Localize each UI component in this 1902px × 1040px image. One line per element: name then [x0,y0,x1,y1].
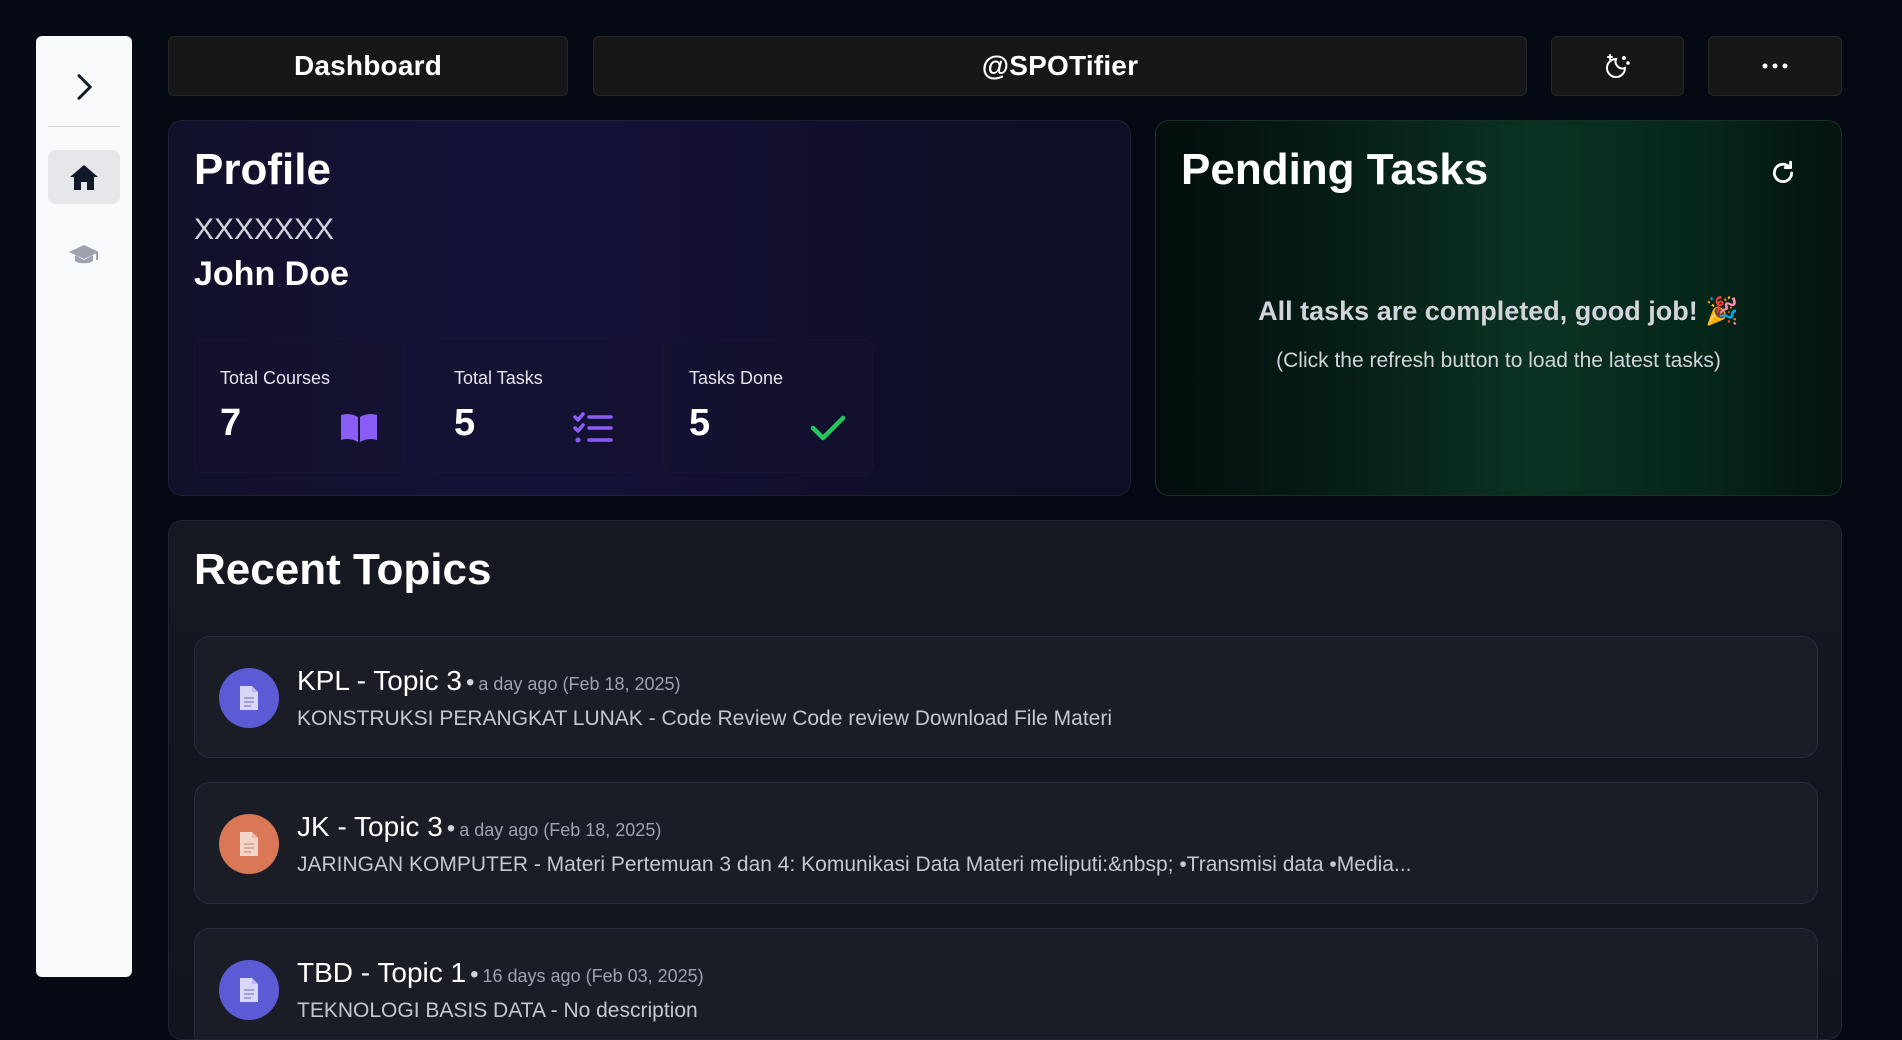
sidebar-toggle-button[interactable] [36,56,132,118]
username-label: @SPOTifier [981,50,1139,81]
more-options-button[interactable] [1708,36,1842,96]
theme-toggle-button[interactable] [1551,36,1684,96]
check-icon [808,408,848,448]
pending-tasks-card: Pending Tasks All tasks are completed, g… [1155,120,1842,496]
sidebar [36,36,132,977]
topic-item[interactable]: KPL - Topic 3 • a day ago (Feb 18, 2025) K… [194,636,1818,758]
graduation-cap-icon [69,245,99,264]
stat-label: Tasks Done [689,368,784,388]
recent-topics-title: Recent Topics [194,545,492,594]
topic-description: TEKNOLOGI BASIS DATA - No description [297,999,698,1022]
topic-time: a day ago (Feb 18, 2025) [478,674,681,694]
topic-title: KPL - Topic 3 [297,665,462,696]
refresh-icon [1772,160,1794,183]
dashboard-button[interactable]: Dashboard [168,36,568,96]
profile-title: Profile [194,145,331,194]
sidebar-item-courses[interactable] [48,228,120,282]
list-check-icon [573,408,613,448]
ellipsis-icon [1762,63,1788,69]
book-icon [339,408,379,448]
tasks-refresh-hint: (Click the refresh button to load the la… [1276,349,1721,372]
home-icon [70,165,98,190]
topic-title: JK - Topic 3 [297,811,443,842]
tasks-completed-message: All tasks are completed, good job! 🎉 [1258,296,1739,326]
separator-dot: • [465,669,475,696]
topic-description: KONSTRUKSI PERANGKAT LUNAK - Code Review… [297,707,1112,730]
topic-description: JARINGAN KOMPUTER - Materi Pertemuan 3 d… [297,853,1412,876]
stat-value: 7 [220,402,242,444]
document-icon [219,668,279,728]
stat-total-courses: Total Courses 7 [194,339,404,473]
profile-name: John Doe [194,255,349,293]
separator-dot: • [446,815,456,842]
stat-label: Total Courses [220,368,331,388]
document-icon [219,960,279,1020]
dashboard-label: Dashboard [293,50,443,81]
stat-value: 5 [454,402,476,444]
stat-value: 5 [689,402,711,444]
stat-label: Total Tasks [454,368,543,388]
profile-card: Profile XXXXXXX John Doe Total Courses 7… [168,120,1131,496]
topic-item[interactable]: TBD - Topic 1 • 16 days ago (Feb 03, 2025)… [194,928,1818,1039]
pending-tasks-title: Pending Tasks [1181,145,1489,194]
recent-topics-card: Recent Topics KPL - Topic 3 • a day ago (F… [168,520,1842,1040]
moon-stars-icon [1605,54,1630,78]
sidebar-divider [48,126,120,127]
topic-header: JK - Topic 3 • a day ago (Feb 18, 2025) [297,811,661,843]
topic-item[interactable]: JK - Topic 3 • a day ago (Feb 18, 2025) JA… [194,782,1818,904]
topic-header: TBD - Topic 1 • 16 days ago (Feb 03, 2025) [297,957,704,989]
topic-title: TBD - Topic 1 [297,957,467,988]
username-button[interactable]: @SPOTifier [593,36,1527,96]
profile-username: XXXXXXX [194,213,335,246]
chevron-right-icon [77,74,92,100]
topic-time: a day ago (Feb 18, 2025) [459,820,662,840]
topic-header: KPL - Topic 3 • a day ago (Feb 18, 2025) [297,665,681,697]
stat-total-tasks: Total Tasks 5 [428,339,638,473]
stat-tasks-done: Tasks Done 5 [663,339,873,473]
document-icon [219,814,279,874]
refresh-button[interactable] [1765,155,1801,191]
separator-dot: • [470,961,479,988]
topic-time: 16 days ago (Feb 03, 2025) [482,966,704,986]
sidebar-item-home[interactable] [48,150,120,204]
